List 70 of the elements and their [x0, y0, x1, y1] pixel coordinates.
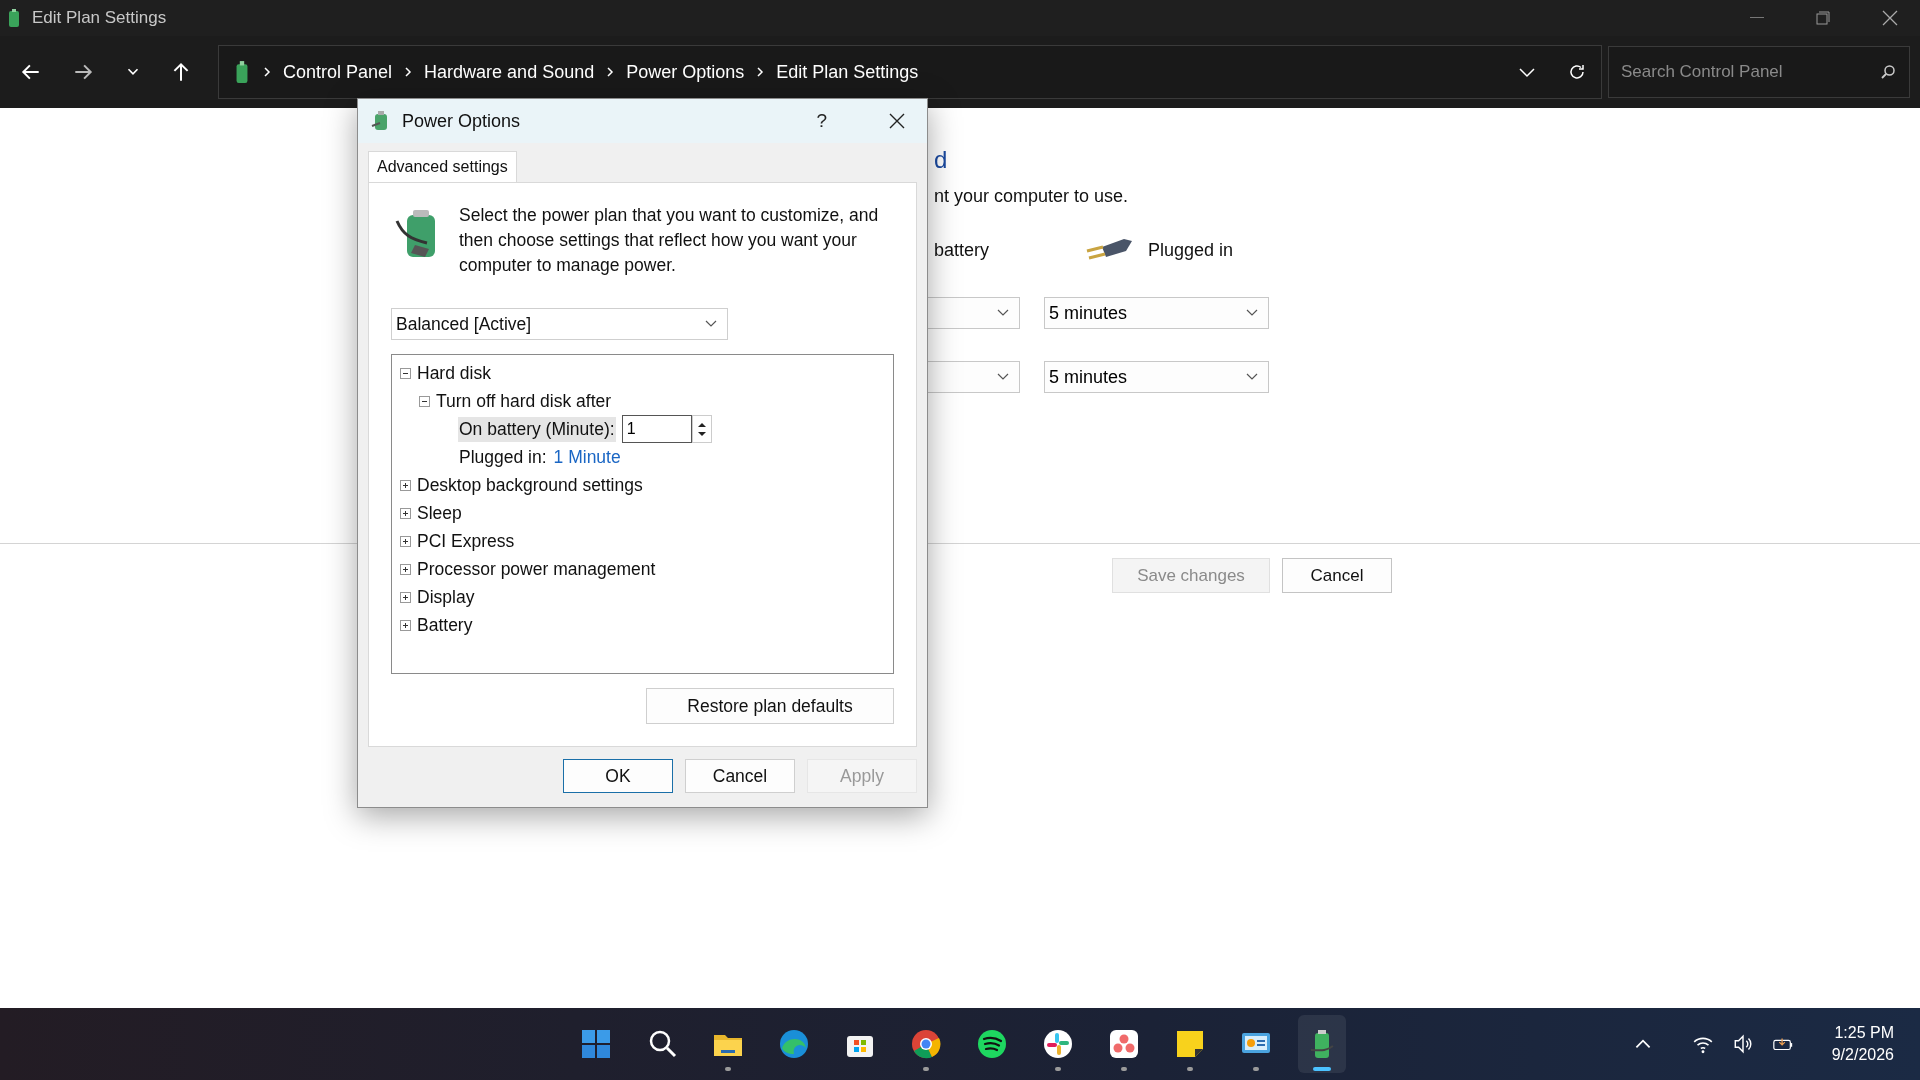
expand-icon[interactable] — [400, 619, 411, 631]
three-dots-icon — [1108, 1028, 1140, 1060]
expand-icon[interactable] — [400, 535, 411, 547]
clock-time[interactable]: 1:25 PM — [1834, 1024, 1894, 1042]
battery-icon — [6, 8, 22, 28]
setting-label[interactable]: On battery (Minute): — [458, 416, 616, 442]
chevron-icon — [606, 66, 615, 78]
column-header: battery — [934, 239, 991, 261]
start-icon — [580, 1028, 612, 1060]
number-field[interactable]: 1 — [621, 415, 692, 443]
tree-item[interactable]: Turn off hard disk after — [436, 390, 612, 412]
caret-icon — [997, 373, 1009, 381]
sticky-note-icon — [1174, 1028, 1206, 1060]
dialog-button[interactable]: OK — [563, 759, 673, 793]
refresh-icon[interactable] — [1567, 62, 1587, 82]
setting-label[interactable]: Plugged in: — [458, 444, 548, 470]
close-icon[interactable] — [889, 113, 905, 129]
close-icon[interactable] — [1882, 10, 1898, 26]
search-icon — [1880, 64, 1896, 80]
breadcrumb[interactable]: Hardware and Sound — [424, 61, 595, 83]
caret-icon — [997, 309, 1009, 317]
intro-text: Select the power plan that you want to customize, and then choose settings that reflect how you want your computer to manage power. — [459, 204, 880, 277]
wave-circle-icon — [778, 1028, 810, 1060]
chevron-icon — [756, 66, 765, 78]
tree-item[interactable]: Sleep — [417, 502, 462, 524]
collapse-icon[interactable] — [400, 367, 411, 379]
plan-dropdown[interactable]: Balanced [Active] — [391, 308, 728, 340]
caret-icon — [1246, 373, 1258, 381]
tree-item[interactable]: Hard disk — [417, 362, 491, 384]
expand-icon[interactable] — [400, 563, 411, 575]
tree-item[interactable]: Battery — [417, 614, 473, 636]
down-triangle-icon[interactable] — [696, 430, 707, 437]
taskbar-button[interactable] — [1298, 1015, 1346, 1073]
expand-icon[interactable] — [400, 591, 411, 603]
help-button[interactable]: ? — [816, 110, 827, 132]
search-field[interactable]: Search Control Panel — [1608, 46, 1910, 98]
window-title: Edit Plan Settings — [32, 8, 167, 28]
breadcrumb[interactable]: Power Options — [626, 61, 745, 83]
restore-defaults-button[interactable]: Restore plan defaults — [646, 688, 894, 724]
minimize-icon[interactable] — [1750, 17, 1764, 19]
sound-arcs-icon — [976, 1028, 1008, 1060]
caret-icon — [1246, 309, 1258, 317]
breadcrumb[interactable]: Edit Plan Settings — [776, 61, 919, 83]
value-link[interactable]: 1 Minute — [553, 446, 621, 468]
dropdown[interactable]: 5 minutes — [1044, 361, 1269, 393]
tab[interactable]: Advanced settings — [368, 151, 517, 183]
collapse-icon[interactable] — [419, 395, 430, 407]
tree-item[interactable]: Processor power management — [417, 558, 656, 580]
restore-icon[interactable] — [1816, 11, 1830, 25]
tree-item[interactable]: Display — [417, 586, 475, 608]
chevron-icon — [263, 66, 271, 78]
tree-item[interactable]: Desktop background settings — [417, 474, 643, 496]
tree-item[interactable]: PCI Express — [417, 530, 515, 552]
page-heading: d — [934, 146, 949, 174]
expand-icon[interactable] — [400, 507, 411, 519]
breadcrumb[interactable]: Control Panel — [283, 61, 393, 83]
pinwheel-icon — [1042, 1028, 1074, 1060]
caret-icon — [705, 320, 717, 328]
dropdown[interactable]: 5 minutes — [1044, 297, 1269, 329]
cancel-button[interactable]: Cancel — [1282, 558, 1392, 593]
column-header: Plugged in — [1148, 239, 1234, 261]
chevron-icon — [404, 66, 413, 78]
up-triangle-icon[interactable] — [696, 421, 707, 428]
segmented-circle-icon — [910, 1028, 942, 1060]
clock-date[interactable]: 9/2/2026 — [1831, 1046, 1894, 1064]
page-description: nt your computer to use. — [934, 186, 1130, 207]
address-bar[interactable]: Control Panel Hardware and Sound Power Options Edit Plan Settings — [218, 45, 1602, 99]
expand-icon[interactable] — [400, 479, 411, 491]
dialog-title: Power Options — [402, 110, 521, 132]
dialog-button[interactable]: Cancel — [685, 759, 795, 793]
